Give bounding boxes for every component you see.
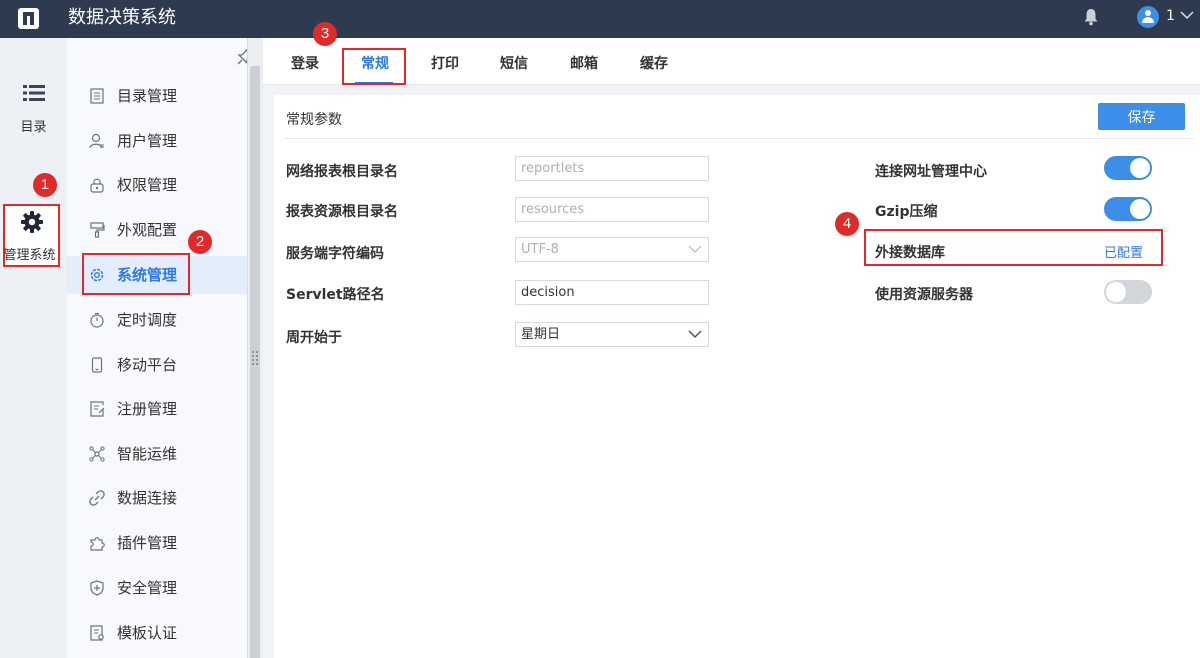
general-settings-panel: 常规参数 保存 网络报表根目录名 reportlets 报表资源根目录名 res…: [274, 95, 1200, 658]
nav-label: 安全管理: [117, 579, 178, 597]
brush-icon: [90, 222, 105, 238]
divider: [284, 138, 1194, 139]
puzzle-icon: [90, 537, 105, 551]
rail-item-catalog[interactable]: 目录: [0, 84, 67, 135]
network-icon: [89, 446, 105, 462]
step-badge-3: 3: [313, 22, 337, 46]
mobile-icon: [91, 357, 103, 373]
secondary-sidebar: 目录管理 用户管理 权限管理 外观配置 系统管理 定时调度 移动平台 注册管理 …: [67, 38, 253, 658]
highlight-frame: [342, 48, 406, 85]
rail-item-system[interactable]: 管理系统: [3, 204, 60, 267]
document-icon: [90, 88, 104, 104]
nav-item-catalog-management[interactable]: 目录管理: [67, 77, 247, 115]
list-icon: [22, 85, 45, 101]
settings-tabs: 登录 常规 打印 短信 邮箱 缓存: [263, 38, 1200, 85]
nav-item-schedule[interactable]: 定时调度: [67, 301, 247, 339]
app-title: 数据决策系统: [68, 7, 176, 28]
nav-item-registration[interactable]: 注册管理: [67, 390, 247, 428]
nav-item-template-auth[interactable]: 模板认证: [67, 614, 247, 652]
link-icon: [89, 490, 105, 506]
nav-label: 用户管理: [117, 132, 178, 150]
nav-item-data-connection[interactable]: 数据连接: [67, 479, 247, 517]
report-root-input[interactable]: reportlets: [515, 156, 709, 181]
top-bar: 数据决策系统 1: [0, 0, 1200, 38]
save-button[interactable]: 保存: [1098, 103, 1185, 130]
nav-item-system-management[interactable]: 系统管理: [67, 253, 247, 295]
chevron-down-icon[interactable]: [1180, 10, 1194, 20]
encoding-value: UTF-8: [521, 242, 559, 257]
step-badge-4: 4: [835, 212, 859, 236]
nav-label: 数据连接: [117, 489, 178, 507]
tab-cache[interactable]: 缓存: [640, 53, 668, 73]
field-label-url-center: 连接网址管理中心: [875, 164, 987, 180]
chevron-down-icon: [688, 330, 702, 339]
primary-sidebar: 目录 管理系统: [0, 38, 67, 658]
sidebar-scrollbar[interactable]: [247, 38, 263, 658]
gzip-toggle[interactable]: [1104, 197, 1152, 221]
user-avatar[interactable]: [1137, 6, 1159, 28]
resource-server-toggle[interactable]: [1104, 280, 1152, 304]
user-name[interactable]: 1: [1166, 8, 1175, 24]
step-badge-1: 1: [33, 173, 57, 197]
register-icon: [90, 401, 105, 417]
url-center-toggle[interactable]: [1104, 156, 1152, 180]
nav-item-user-management[interactable]: 用户管理: [67, 122, 247, 160]
resize-grip-icon[interactable]: [252, 351, 258, 365]
encoding-select[interactable]: UTF-8: [515, 237, 709, 262]
servlet-path-input[interactable]: decision: [515, 280, 709, 305]
rail-label-catalog: 目录: [20, 120, 47, 135]
lock-icon: [90, 178, 104, 193]
tab-login[interactable]: 登录: [291, 53, 319, 73]
shield-icon: [90, 580, 104, 596]
nav-label: 智能运维: [117, 445, 178, 463]
nav-item-permission-management[interactable]: 权限管理: [67, 166, 247, 204]
nav-item-smart-ops[interactable]: 智能运维: [67, 435, 247, 473]
step-badge-2: 2: [188, 230, 212, 254]
panel-title: 常规参数: [286, 112, 342, 128]
chevron-down-icon: [688, 245, 702, 253]
certificate-icon: [90, 625, 104, 641]
nav-item-security-management[interactable]: 安全管理: [67, 569, 247, 607]
gear-icon: [20, 211, 43, 233]
nav-label: 插件管理: [117, 534, 178, 552]
week-start-select[interactable]: 星期日: [515, 322, 709, 347]
nav-label: 定时调度: [117, 311, 178, 329]
nav-item-mobile-platform[interactable]: 移动平台: [67, 346, 247, 384]
field-label-week-start: 周开始于: [286, 330, 342, 346]
nav-label: 目录管理: [117, 87, 178, 105]
nav-label: 注册管理: [117, 400, 178, 418]
resource-root-input[interactable]: resources: [515, 197, 709, 222]
field-label-encoding: 服务端字符编码: [286, 246, 384, 262]
nav-label: 模板认证: [117, 624, 178, 642]
field-label-report-root: 网络报表根目录名: [286, 164, 398, 180]
highlight-frame: [864, 229, 1163, 266]
field-label-gzip: Gzip压缩: [875, 204, 938, 220]
nav-label: 权限管理: [117, 176, 178, 194]
user-icon: [89, 133, 104, 149]
rail-label-system: 管理系统: [3, 248, 56, 263]
nav-label: 外观配置: [117, 221, 178, 239]
tab-print[interactable]: 打印: [431, 53, 459, 73]
nav-item-plugin-management[interactable]: 插件管理: [67, 524, 247, 562]
field-label-resource-root: 报表资源根目录名: [286, 204, 398, 220]
nav-item-appearance-config[interactable]: 外观配置: [67, 211, 247, 249]
week-start-value: 星期日: [521, 327, 561, 342]
field-label-servlet: Servlet路径名: [286, 287, 385, 303]
highlight-frame: [82, 253, 190, 295]
nav-label: 移动平台: [117, 356, 178, 374]
timer-icon: [90, 312, 104, 328]
app-logo[interactable]: [18, 8, 39, 29]
field-label-resource-server: 使用资源服务器: [875, 287, 973, 303]
tab-email[interactable]: 邮箱: [570, 53, 598, 73]
bell-icon[interactable]: [1083, 8, 1099, 26]
tab-sms[interactable]: 短信: [500, 53, 528, 73]
